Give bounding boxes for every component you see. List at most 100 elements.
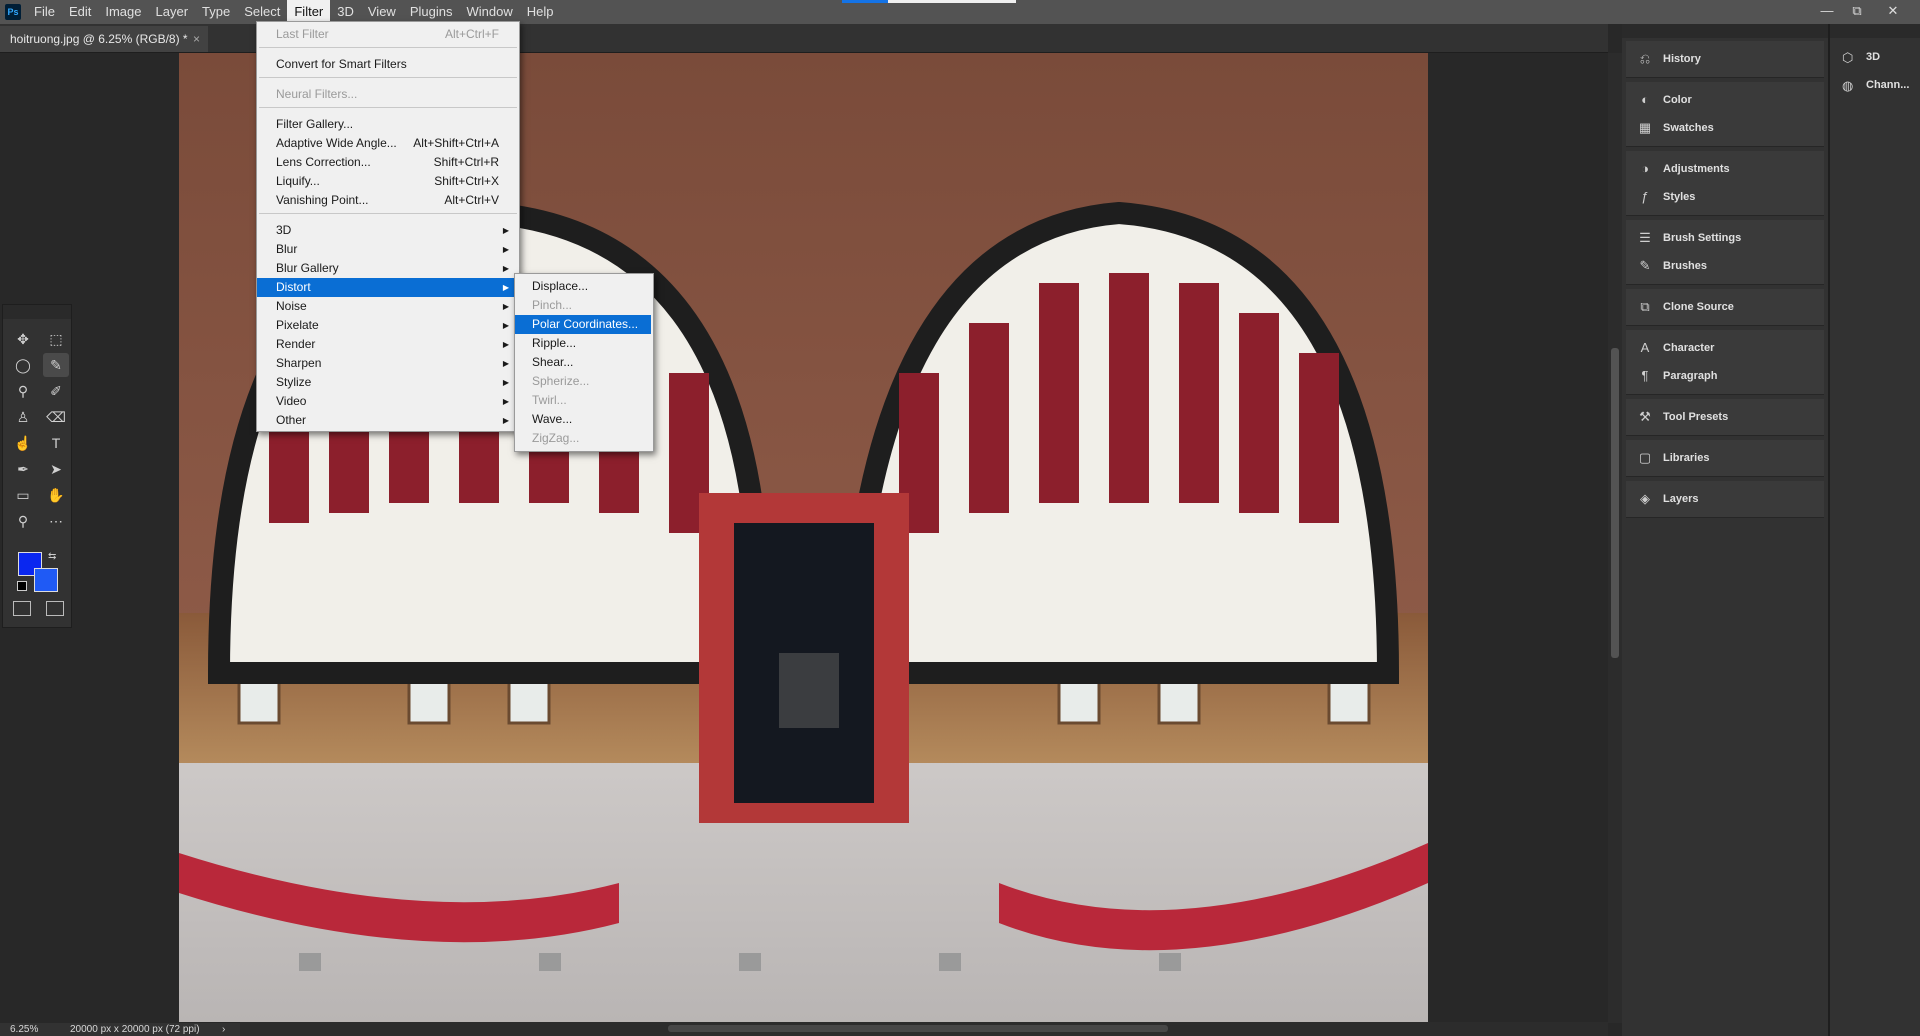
filter-menu-item-render[interactable]: Render ▶ bbox=[257, 335, 517, 354]
filter-menu-item-3d[interactable]: 3D ▶ bbox=[257, 221, 517, 240]
filter-menu-item-convert-for-smart-filters[interactable]: Convert for Smart Filters bbox=[257, 55, 517, 74]
filter-menu-item-adaptive-wide-angle[interactable]: Adaptive Wide Angle... Alt+Shift+Ctrl+A bbox=[257, 134, 517, 153]
type-tool-icon[interactable]: T bbox=[43, 431, 69, 455]
rectangle-tool-icon[interactable]: ▭ bbox=[10, 483, 36, 507]
distort-item-twirl[interactable]: Twirl... bbox=[515, 391, 651, 410]
panel-libraries[interactable]: ▢ Libraries bbox=[1626, 444, 1824, 472]
distort-item-spherize[interactable]: Spherize... bbox=[515, 372, 651, 391]
distort-item-shear[interactable]: Shear... bbox=[515, 353, 651, 372]
lasso-tool-icon[interactable]: ◯ bbox=[10, 353, 36, 377]
distort-item-polar-coordinates[interactable]: Polar Coordinates... bbox=[515, 315, 651, 334]
menu-item-label: Wave... bbox=[532, 412, 573, 426]
panel-color[interactable]: ◐ Color bbox=[1626, 86, 1824, 114]
filter-menu-item-pixelate[interactable]: Pixelate ▶ bbox=[257, 316, 517, 335]
panel-swatches[interactable]: ▦ Swatches bbox=[1626, 114, 1824, 142]
tools-panel-header[interactable] bbox=[3, 305, 71, 319]
menu-item-label: Noise bbox=[276, 299, 307, 313]
filter-menu-item-neural-filters[interactable]: Neural Filters... bbox=[257, 85, 517, 104]
pen-tool-icon[interactable]: ✒ bbox=[10, 457, 36, 481]
panel-group: ▢ Libraries bbox=[1626, 440, 1824, 477]
photoshop-logo-icon[interactable]: Ps bbox=[5, 4, 21, 20]
filter-menu-item-other[interactable]: Other ▶ bbox=[257, 411, 517, 430]
document-tab-title: hoitruong.jpg @ 6.25% (RGB/8) * bbox=[10, 32, 188, 46]
restore-button[interactable]: ⧉ bbox=[1842, 0, 1872, 22]
smudge-tool-icon[interactable]: ☝ bbox=[10, 431, 36, 455]
menu-image[interactable]: Image bbox=[98, 0, 148, 24]
adjustments-icon: ◑ bbox=[1641, 161, 1649, 176]
path-selection-tool-icon[interactable]: ➤ bbox=[43, 457, 69, 481]
panel-dock-header[interactable] bbox=[1622, 24, 1828, 38]
distort-item-zigzag[interactable]: ZigZag... bbox=[515, 429, 651, 448]
filter-menu-item-blur-gallery[interactable]: Blur Gallery ▶ bbox=[257, 259, 517, 278]
panel-layers[interactable]: ◈ Layers bbox=[1626, 485, 1824, 513]
vertical-scrollbar[interactable] bbox=[1608, 53, 1622, 1023]
clone-stamp-tool-icon[interactable]: ♙ bbox=[10, 405, 36, 429]
menu-layer[interactable]: Layer bbox=[149, 0, 196, 24]
filter-menu-item-blur[interactable]: Blur ▶ bbox=[257, 240, 517, 259]
panel-paragraph[interactable]: ¶ Paragraph bbox=[1626, 362, 1824, 390]
close-window-button[interactable]: ✕ bbox=[1878, 0, 1908, 22]
filter-menu-item-distort[interactable]: Distort ▶ bbox=[257, 278, 517, 297]
tool-presets-icon: ⚒ bbox=[1639, 409, 1651, 424]
panel-history[interactable]: ⎌ History bbox=[1626, 45, 1824, 73]
filter-menu-item-vanishing-point[interactable]: Vanishing Point... Alt+Ctrl+V bbox=[257, 191, 517, 210]
panel-dock-secondary-header[interactable] bbox=[1830, 24, 1920, 38]
filter-menu-item-filter-gallery[interactable]: Filter Gallery... bbox=[257, 115, 517, 134]
panel-group: ◐ Color ▦ Swatches bbox=[1626, 82, 1824, 147]
menu-type[interactable]: Type bbox=[195, 0, 237, 24]
menu-help[interactable]: Help bbox=[520, 0, 561, 24]
filter-menu-item-lens-correction[interactable]: Lens Correction... Shift+Ctrl+R bbox=[257, 153, 517, 172]
menu-item-label: Sharpen bbox=[276, 356, 322, 370]
distort-item-pinch[interactable]: Pinch... bbox=[515, 296, 651, 315]
quick-selection-tool-icon[interactable]: ✎ bbox=[43, 353, 69, 377]
menu-file[interactable]: File bbox=[27, 0, 62, 24]
move-tool-icon[interactable]: ✥ bbox=[10, 327, 36, 351]
hand-tool-icon[interactable]: ✋ bbox=[43, 483, 69, 507]
eyedropper-tool-icon[interactable]: ⚲ bbox=[10, 379, 36, 403]
zoom-level[interactable]: 6.25% bbox=[10, 1023, 38, 1036]
vertical-scroll-thumb[interactable] bbox=[1611, 348, 1619, 658]
horizontal-scrollbar[interactable] bbox=[240, 1022, 1608, 1036]
panel-3d[interactable]: ⬡ 3D bbox=[1836, 46, 1920, 72]
distort-item-wave[interactable]: Wave... bbox=[515, 410, 651, 429]
panel-clone-source[interactable]: ⧉ Clone Source bbox=[1626, 293, 1824, 321]
default-colors-icon[interactable] bbox=[17, 581, 27, 591]
status-arrow-icon[interactable]: › bbox=[222, 1023, 225, 1036]
filter-menu-item-noise[interactable]: Noise ▶ bbox=[257, 297, 517, 316]
brush-tool-icon[interactable]: ✐ bbox=[43, 379, 69, 403]
panel-tool-presets[interactable]: ⚒ Tool Presets bbox=[1626, 403, 1824, 431]
screen-mode-icon[interactable] bbox=[46, 601, 64, 616]
more-tools-icon[interactable]: ⋯ bbox=[43, 509, 69, 533]
menu-edit[interactable]: Edit bbox=[62, 0, 98, 24]
distort-item-ripple[interactable]: Ripple... bbox=[515, 334, 651, 353]
panel-character[interactable]: A Character bbox=[1626, 334, 1824, 362]
submenu-arrow-icon: ▶ bbox=[502, 416, 509, 425]
document-tab[interactable]: hoitruong.jpg @ 6.25% (RGB/8) * × bbox=[0, 26, 208, 52]
eraser-tool-icon[interactable]: ⌫ bbox=[43, 405, 69, 429]
panel-brushes[interactable]: ✎ Brushes bbox=[1626, 252, 1824, 280]
menu-separator bbox=[259, 47, 517, 48]
marquee-tool-icon[interactable]: ⬚ bbox=[43, 327, 69, 351]
close-tab-icon[interactable]: × bbox=[193, 26, 200, 52]
panel-label: Layers bbox=[1663, 493, 1699, 505]
filter-menu-item-sharpen[interactable]: Sharpen ▶ bbox=[257, 354, 517, 373]
minimize-button[interactable]: — bbox=[1812, 0, 1842, 22]
submenu-arrow-icon: ▶ bbox=[502, 226, 509, 235]
panel-chann-[interactable]: ◍ Chann... bbox=[1836, 74, 1920, 100]
filter-menu-item-last-filter[interactable]: Last Filter Alt+Ctrl+F bbox=[257, 25, 517, 44]
filter-menu-item-liquify[interactable]: Liquify... Shift+Ctrl+X bbox=[257, 172, 517, 191]
panel-adjustments[interactable]: ◑ Adjustments bbox=[1626, 155, 1824, 183]
swap-colors-icon[interactable]: ⇆ bbox=[48, 551, 56, 562]
distort-item-displace[interactable]: Displace... bbox=[515, 277, 651, 296]
quick-mask-icon[interactable] bbox=[13, 601, 31, 616]
panel-styles[interactable]: ƒ Styles bbox=[1626, 183, 1824, 211]
filter-menu-item-stylize[interactable]: Stylize ▶ bbox=[257, 373, 517, 392]
zoom-tool-icon[interactable]: ⚲ bbox=[10, 509, 36, 533]
background-color-swatch[interactable] bbox=[34, 568, 58, 592]
filter-menu-item-video[interactable]: Video ▶ bbox=[257, 392, 517, 411]
panel-label: History bbox=[1663, 53, 1701, 65]
panel-brush-settings[interactable]: ☰ Brush Settings bbox=[1626, 224, 1824, 252]
title-accent-bar bbox=[842, 0, 888, 3]
canvas-area[interactable] bbox=[0, 53, 1608, 1023]
horizontal-scroll-thumb[interactable] bbox=[668, 1025, 1168, 1032]
